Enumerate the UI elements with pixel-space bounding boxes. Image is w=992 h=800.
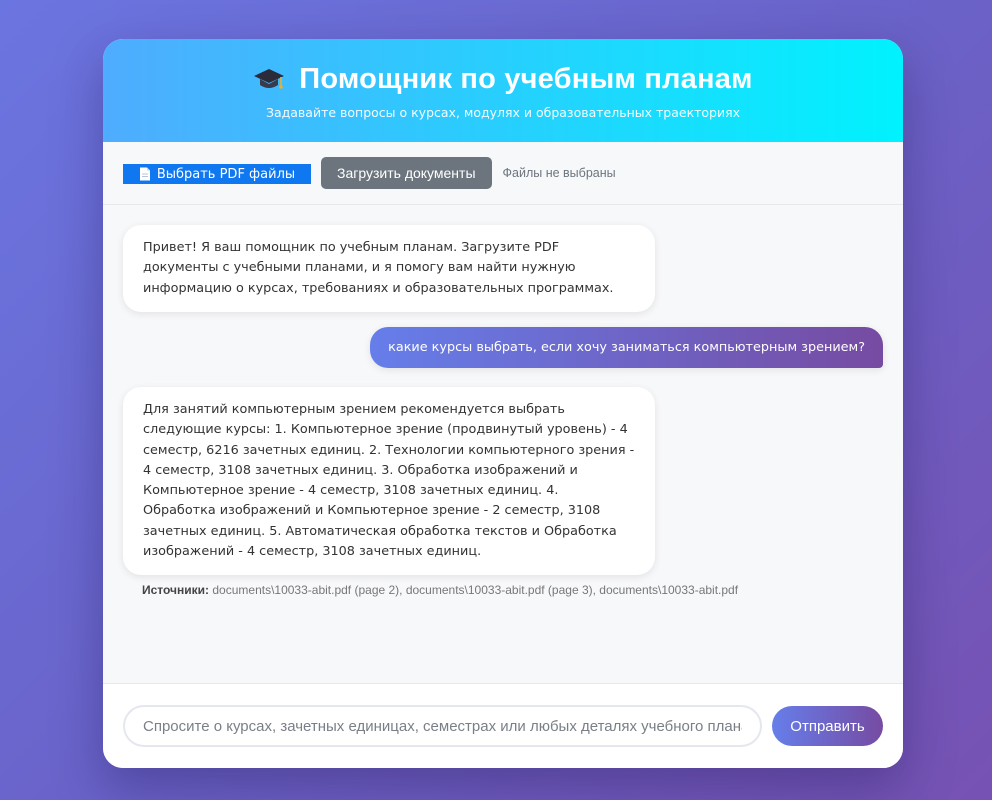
upload-bar: Выбрать PDF файлы Загрузить документы Фа… bbox=[103, 142, 903, 205]
chat-app-window: Помощник по учебным планам Задавайте воп… bbox=[103, 39, 903, 768]
message-input[interactable] bbox=[123, 705, 762, 747]
bot-message: Для занятий компьютерным зрением рекомен… bbox=[123, 387, 655, 576]
graduation-cap-icon bbox=[253, 67, 285, 93]
page-title: Помощник по учебным планам bbox=[299, 63, 753, 95]
page-subtitle: Задавайте вопросы о курсах, модулях и об… bbox=[265, 105, 741, 120]
sources-label: Источники: bbox=[142, 583, 210, 597]
title-row: Помощник по учебным планам bbox=[103, 63, 903, 96]
chat-messages-area: Привет! Я ваш помощник по учебным планам… bbox=[103, 205, 903, 683]
upload-documents-button[interactable]: Загрузить документы bbox=[321, 157, 492, 189]
choose-pdf-files-button[interactable]: Выбрать PDF файлы bbox=[123, 164, 311, 184]
user-message: какие курсы выбрать, если хочу заниматьс… bbox=[370, 327, 883, 368]
bot-message: Привет! Я ваш помощник по учебным планам… bbox=[123, 225, 655, 312]
message-input-bar: Отправить bbox=[103, 683, 903, 768]
document-icon bbox=[139, 167, 151, 181]
sources-text: documents\10033-abit.pdf (page 2), docum… bbox=[212, 583, 739, 597]
message-sources: Источники: documents\10033-abit.pdf (pag… bbox=[142, 583, 738, 597]
choose-pdf-files-label: Выбрать PDF файлы bbox=[156, 166, 296, 182]
app-header: Помощник по учебным планам Задавайте воп… bbox=[103, 39, 903, 142]
send-button[interactable]: Отправить bbox=[772, 706, 883, 746]
files-status-text: Файлы не выбраны bbox=[502, 166, 616, 180]
